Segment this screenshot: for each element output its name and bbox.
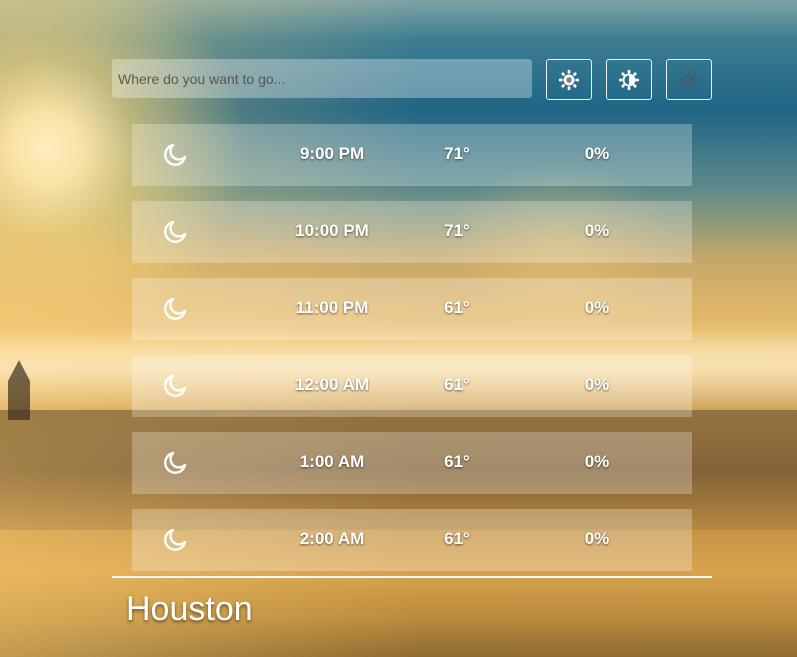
forecast-temp: 71° [444, 221, 470, 240]
forecast-time: 2:00 AM [299, 529, 365, 548]
sun-outline-button[interactable] [666, 59, 712, 100]
forecast-precip: 0% [584, 529, 610, 548]
moon-icon [162, 450, 188, 476]
forecast-precip: 0% [584, 144, 610, 163]
forecast-time: 1:00 AM [299, 452, 365, 471]
city-name: Houston [126, 590, 253, 628]
search-input[interactable] [112, 59, 532, 98]
forecast-temp: 61° [444, 529, 470, 548]
moon-icon [162, 142, 188, 168]
forecast-temp: 61° [444, 298, 470, 317]
divider [112, 576, 712, 578]
forecast-time: 10:00 PM [295, 221, 369, 240]
moon-icon [162, 373, 188, 399]
sun-icon [558, 69, 580, 91]
forecast-row: 9:00 PM 71° 0% [132, 124, 692, 186]
forecast-row: 12:00 AM 61° 0% [132, 355, 692, 417]
moon-icon [162, 219, 188, 245]
forecast-precip: 0% [584, 375, 610, 394]
forecast-time: 9:00 PM [299, 144, 365, 163]
forecast-precip: 0% [584, 221, 610, 240]
forecast-temp: 61° [444, 375, 470, 394]
forecast-row: 2:00 AM 61° 0% [132, 509, 692, 571]
contrast-icon [618, 69, 640, 91]
moon-icon [162, 527, 188, 553]
forecast-time: 11:00 PM [295, 298, 369, 317]
forecast-row: 11:00 PM 61° 0% [132, 278, 692, 340]
forecast-row: 1:00 AM 61° 0% [132, 432, 692, 494]
sun-icon [678, 69, 700, 91]
forecast-temp: 71° [444, 144, 470, 163]
contrast-button[interactable] [606, 59, 652, 100]
forecast-temp: 61° [444, 452, 470, 471]
forecast-precip: 0% [584, 298, 610, 317]
moon-icon [162, 296, 188, 322]
forecast-time: 12:00 AM [294, 375, 369, 394]
forecast-row: 10:00 PM 71° 0% [132, 201, 692, 263]
sun-button[interactable] [546, 59, 592, 100]
forecast-precip: 0% [584, 452, 610, 471]
